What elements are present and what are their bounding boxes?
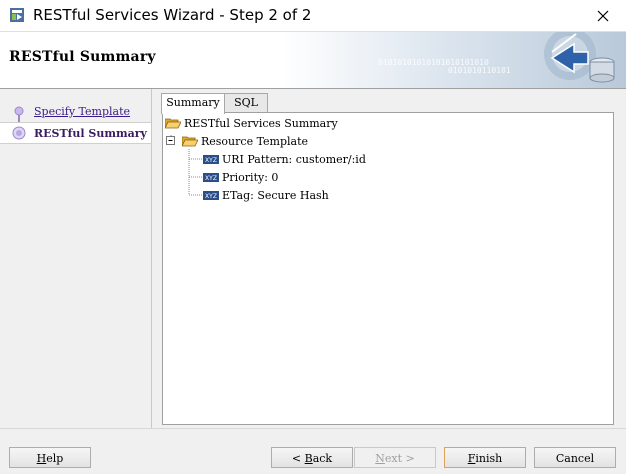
title-bar: RESTful Services Wizard - Step 2 of 2 [0,0,626,32]
mnemonic: H [36,452,47,465]
wizard-header-banner: RESTful Summary 01010101010101010101010 … [0,32,626,89]
finish-button[interactable]: Finish [444,447,526,468]
help-button[interactable]: Help [9,447,91,468]
tree-leaf-label: Priority: 0 [222,170,279,184]
step-specify-template[interactable]: Specify Template [0,101,151,121]
folder-open-icon [182,136,198,147]
close-icon [597,10,609,21]
database-sync-graphic [544,32,615,83]
step-label: RESTful Summary [34,127,147,140]
tree-node-resource-template[interactable]: Resource Template [166,133,308,149]
back-button[interactable]: < Back [271,447,353,468]
step-restful-summary: RESTful Summary [0,122,151,144]
mnemonic: N [375,452,385,465]
summary-tree: RESTful Services Summary Resource Templa… [162,112,614,425]
svg-text:XYZ: XYZ [205,193,217,200]
collapse-toggle-icon[interactable] [166,136,176,146]
step-label[interactable]: Specify Template [34,105,130,118]
wizard-steps-panel: Specify Template RESTful Summary [0,89,152,428]
svg-text:XYZ: XYZ [205,157,217,164]
close-button[interactable] [580,0,626,31]
xyz-property-icon: XYZ [203,172,219,182]
tree-leaf-etag[interactable]: XYZ ETag: Secure Hash [203,187,329,203]
svg-text:XYZ: XYZ [205,175,217,182]
tree-node-root[interactable]: RESTful Services Summary [165,115,338,131]
mnemonic: B [304,452,313,465]
tree-leaf-priority[interactable]: XYZ Priority: 0 [203,169,278,185]
step-completed-dot-icon [14,106,24,116]
tree-node-label: RESTful Services Summary [184,116,338,130]
tree-leaf-uri-pattern[interactable]: XYZ URI Pattern: customer/:id [203,151,366,167]
banner-binary-text-2: 0101010110101 [448,66,511,75]
step-current-icon [12,126,26,140]
app-icon [10,8,24,22]
tab-sql[interactable]: SQL [224,93,268,113]
tree-node-label: Resource Template [201,134,309,148]
xyz-property-icon: XYZ [203,154,219,164]
xyz-property-icon: XYZ [203,190,219,200]
window-title: RESTful Services Wizard - Step 2 of 2 [33,6,312,24]
cancel-button[interactable]: Cancel [534,447,616,468]
folder-open-icon [165,118,181,129]
button-bar: Help < Back Next > Finish Cancel [0,428,626,474]
tab-summary[interactable]: Summary [161,93,225,114]
tree-leaf-label: ETag: Secure Hash [222,188,329,202]
page-title: RESTful Summary [9,49,156,65]
next-button[interactable]: Next > [354,447,436,468]
tree-leaf-label: URI Pattern: customer/:id [222,152,366,166]
